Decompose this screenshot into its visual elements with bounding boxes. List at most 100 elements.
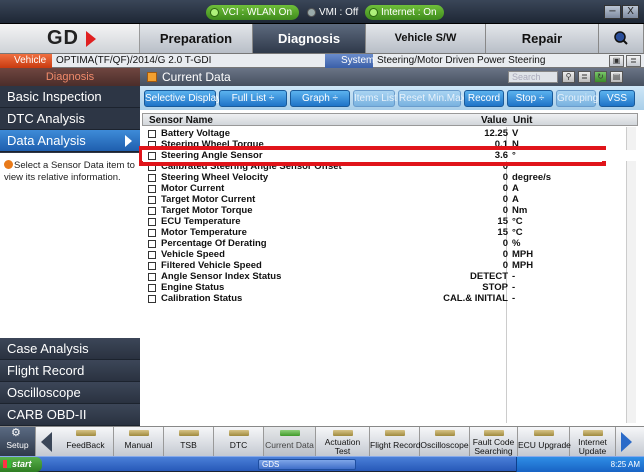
- current-data-button[interactable]: Current Data: [264, 427, 316, 457]
- vehicle-info-icon[interactable]: ▣: [609, 55, 624, 67]
- sensor-name: Steering Wheel Velocity: [161, 172, 269, 183]
- setup-icon: ⚙: [11, 427, 21, 439]
- sensor-unit: A: [512, 194, 519, 205]
- col-sensor-name[interactable]: Sensor Name: [149, 115, 213, 126]
- table-row[interactable]: Target Motor Current 0 A: [142, 194, 638, 205]
- search-input[interactable]: Search: [508, 71, 558, 83]
- setup-button[interactable]: ⚙ Setup: [0, 427, 36, 457]
- row-checkbox[interactable]: [148, 196, 156, 204]
- oscilloscope-button[interactable]: Oscilloscope: [420, 427, 470, 457]
- selective-display-button[interactable]: Selective Display ÷: [144, 90, 229, 107]
- fault-code-searching-button[interactable]: Fault Code Searching: [470, 427, 518, 457]
- row-checkbox[interactable]: [148, 152, 156, 160]
- sensor-name: Target Motor Current: [161, 194, 256, 205]
- row-checkbox[interactable]: [148, 295, 156, 303]
- table-row[interactable]: Motor Current 0 A: [142, 183, 638, 194]
- ecu-upgrade-button[interactable]: ECU Upgrade: [518, 427, 571, 457]
- internet-status: Internet : On: [365, 5, 444, 20]
- row-checkbox[interactable]: [148, 130, 156, 138]
- refresh-icon[interactable]: ↻: [594, 71, 607, 83]
- table-row[interactable]: Vehicle Speed 0 MPH: [142, 249, 638, 260]
- col-value[interactable]: Value: [481, 115, 507, 126]
- layout-icon[interactable]: ▤: [610, 71, 623, 83]
- row-checkbox[interactable]: [148, 262, 156, 270]
- tab-diagnosis[interactable]: Diagnosis: [253, 24, 366, 53]
- setup-label: Setup: [6, 440, 29, 450]
- vss-button[interactable]: VSS: [599, 90, 635, 107]
- nav-carb-obd-ii[interactable]: CARB OBD-II: [0, 404, 140, 426]
- row-checkbox[interactable]: [148, 207, 156, 215]
- tsb-button[interactable]: TSB: [164, 427, 214, 457]
- row-checkbox[interactable]: [148, 185, 156, 193]
- main-panel: Current Data Search ⚲ ≣ ↻ ▤ Selective Di…: [140, 68, 644, 426]
- nav-dtc-analysis[interactable]: DTC Analysis: [0, 108, 140, 130]
- row-checkbox[interactable]: [148, 251, 156, 259]
- row-checkbox[interactable]: [148, 240, 156, 248]
- manual-button[interactable]: Manual: [114, 427, 164, 457]
- table-row[interactable]: Target Motor Torque 0 Nm: [142, 205, 638, 216]
- taskbar-gds-item[interactable]: GDS: [258, 459, 356, 470]
- stop-button[interactable]: Stop ÷: [507, 90, 553, 107]
- sensor-unit: °: [512, 150, 516, 161]
- feedback-button[interactable]: FeedBack: [58, 427, 114, 457]
- table-row[interactable]: Steering Angle Sensor 3.6 °: [142, 150, 638, 161]
- internet-update-button[interactable]: Internet Update: [570, 427, 616, 457]
- nav-case-analysis[interactable]: Case Analysis: [0, 338, 140, 360]
- row-checkbox[interactable]: [148, 284, 156, 292]
- row-checkbox[interactable]: [148, 174, 156, 182]
- nav-basic-inspection[interactable]: Basic Inspection: [0, 86, 140, 108]
- graph-button[interactable]: Graph ÷: [290, 90, 350, 107]
- vci-status: VCI : WLAN On: [206, 5, 300, 20]
- sensor-unit: degree/s: [512, 172, 552, 183]
- actuation-test-button[interactable]: Actuation Test: [316, 427, 370, 457]
- nav-data-analysis[interactable]: Data Analysis: [0, 130, 140, 152]
- internet-status-icon: [369, 8, 378, 17]
- table-row[interactable]: Filtered Vehicle Speed 0 MPH: [142, 260, 638, 271]
- table-row[interactable]: Engine Status STOP -: [142, 282, 638, 293]
- start-button[interactable]: start: [0, 457, 42, 472]
- table-row[interactable]: Calibration Status CAL.& INITIAL -: [142, 293, 638, 304]
- data-toolbar: Selective Display ÷ Full List ÷ Graph ÷ …: [140, 86, 644, 110]
- scroll-right-arrow[interactable]: [621, 432, 632, 452]
- tab-preparation[interactable]: Preparation: [140, 24, 253, 53]
- full-list-button[interactable]: Full List ÷: [219, 90, 287, 107]
- vehicle-list-icon[interactable]: ≣: [626, 55, 641, 67]
- nav-oscilloscope[interactable]: Oscilloscope: [0, 382, 140, 404]
- system-button[interactable]: System: [325, 54, 374, 68]
- tab-vehicle-sw-management[interactable]: Vehicle S/W Management: [366, 24, 486, 73]
- sensor-name: Vehicle Speed: [161, 249, 225, 260]
- items-list-button[interactable]: Items List ÷: [353, 90, 405, 107]
- row-checkbox[interactable]: [148, 273, 156, 281]
- search-go-icon[interactable]: ⚲: [562, 71, 575, 83]
- row-checkbox[interactable]: [148, 229, 156, 237]
- list-view-icon[interactable]: ≣: [578, 71, 591, 83]
- vehicle-button[interactable]: Vehicle: [0, 54, 52, 68]
- nav-flight-record[interactable]: Flight Record: [0, 360, 140, 382]
- record-button[interactable]: Record: [464, 90, 504, 107]
- grouping-button[interactable]: Grouping: [556, 90, 598, 107]
- scroll-left-arrow[interactable]: [41, 432, 52, 452]
- table-row[interactable]: Motor Temperature 15 °C: [142, 227, 638, 238]
- info-text: Select a Sensor Data item to view its re…: [4, 160, 135, 183]
- table-row[interactable]: Steering Wheel Velocity 0 degree/s: [142, 172, 638, 183]
- tab-repair[interactable]: Repair: [486, 24, 599, 53]
- flight-record-button[interactable]: Flight Record: [370, 427, 421, 457]
- row-checkbox[interactable]: [148, 218, 156, 226]
- table-row[interactable]: Angle Sensor Index Status DETECT -: [142, 271, 638, 282]
- fault-code-label: Fault Code Searching: [472, 437, 515, 456]
- sensor-unit: -: [512, 271, 516, 282]
- search-button[interactable]: [599, 24, 644, 53]
- dtc-button[interactable]: DTC: [214, 427, 264, 457]
- table-row[interactable]: ECU Temperature 15 °C: [142, 216, 638, 227]
- sensor-unit: -: [512, 282, 516, 293]
- table-row[interactable]: Battery Voltage 12.25 V: [142, 128, 638, 139]
- reset-min-max-button[interactable]: Reset Min.Max: [398, 90, 466, 107]
- close-button[interactable]: X: [622, 5, 639, 19]
- table-row[interactable]: Percentage Of Derating 0%: [142, 238, 638, 249]
- feedback-label: FeedBack: [66, 440, 105, 450]
- current-data-header: Current Data Search ⚲ ≣ ↻ ▤: [140, 68, 644, 86]
- left-panel-header: Diagnosis: [0, 68, 140, 86]
- col-unit[interactable]: Unit: [513, 115, 532, 126]
- clock: 8:25 AM: [610, 460, 640, 469]
- minimize-button[interactable]: −: [604, 5, 621, 19]
